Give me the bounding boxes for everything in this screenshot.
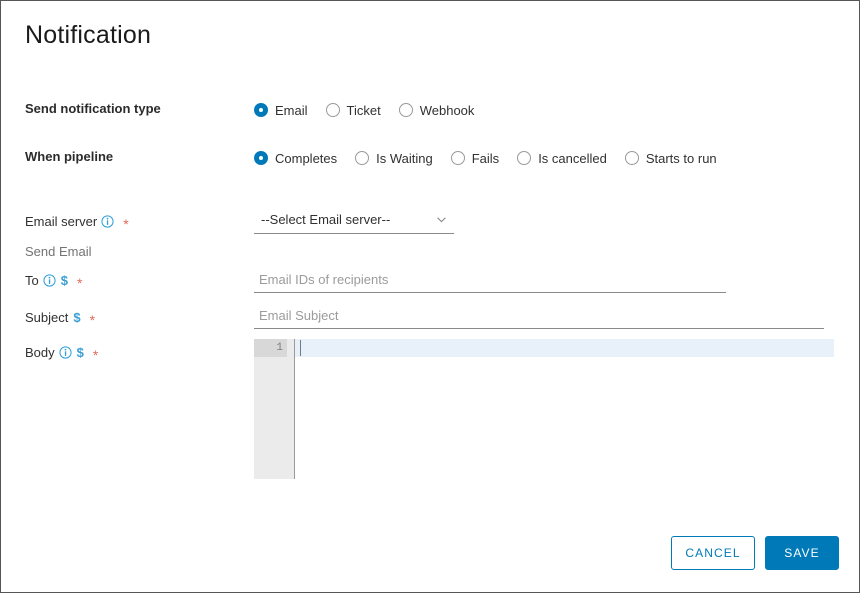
subject-label-text: Subject bbox=[25, 310, 69, 325]
when-pipeline-label: When pipeline bbox=[25, 149, 114, 164]
email-server-label-text: Email server bbox=[25, 214, 98, 229]
when-pipeline-radio-group: Completes Is Waiting Fails Is cancelled … bbox=[254, 146, 717, 170]
save-button[interactable]: SAVE bbox=[765, 536, 839, 570]
variable-token-icon[interactable]: $ bbox=[73, 311, 80, 324]
notification-dialog: Notification Send notification type Emai… bbox=[0, 0, 860, 593]
required-star: * bbox=[92, 346, 99, 363]
radio-mark-icon bbox=[355, 151, 370, 165]
info-circle-icon[interactable] bbox=[59, 346, 72, 359]
send-notification-type-radio-group: Email Ticket Webhook bbox=[254, 98, 474, 122]
send-email-section-label-text: Send Email bbox=[25, 244, 92, 259]
radio-mark-icon bbox=[624, 151, 639, 165]
send-notification-type-row: Send notification type Email Ticket Webh… bbox=[1, 98, 859, 122]
radio-label: Email bbox=[275, 102, 308, 118]
chevron-down-icon bbox=[437, 217, 446, 223]
editor-caret bbox=[300, 340, 301, 356]
radio-when-pipeline-completes[interactable]: Completes bbox=[254, 146, 337, 170]
radio-notification-type-ticket[interactable]: Ticket bbox=[325, 98, 381, 122]
radio-label: Starts to run bbox=[645, 150, 717, 166]
info-circle-icon[interactable] bbox=[101, 215, 114, 228]
radio-mark-icon bbox=[450, 151, 465, 165]
email-server-select[interactable]: --Select Email server-- bbox=[254, 209, 454, 234]
email-server-label: Email server * bbox=[25, 214, 129, 232]
radio-when-pipeline-fails[interactable]: Fails bbox=[450, 146, 500, 170]
subject-label: Subject $ * bbox=[25, 310, 96, 328]
radio-label: Is Waiting bbox=[376, 150, 433, 166]
to-label-text: To bbox=[25, 273, 39, 288]
send-email-section-label: Send Email bbox=[25, 244, 91, 259]
required-star: * bbox=[76, 274, 83, 291]
radio-label: Webhook bbox=[419, 102, 475, 118]
radio-notification-type-email[interactable]: Email bbox=[254, 98, 308, 122]
editor-line-number: 1 bbox=[254, 339, 287, 357]
radio-label: Fails bbox=[471, 150, 500, 166]
body-label-text: Body bbox=[25, 345, 55, 360]
required-star: * bbox=[123, 215, 129, 232]
radio-label: Is cancelled bbox=[538, 150, 607, 166]
radio-when-pipeline-is-waiting[interactable]: Is Waiting bbox=[355, 146, 433, 170]
editor-text-area[interactable] bbox=[295, 339, 834, 479]
radio-mark-icon bbox=[254, 103, 268, 117]
radio-label: Ticket bbox=[346, 102, 381, 118]
body-code-editor[interactable]: 1 bbox=[254, 339, 834, 479]
editor-line-number-gutter: 1 bbox=[254, 339, 295, 479]
info-circle-icon[interactable] bbox=[43, 274, 56, 287]
editor-active-line-highlight bbox=[295, 339, 834, 357]
radio-mark-icon bbox=[254, 151, 268, 165]
body-label: Body $ * bbox=[25, 345, 99, 363]
required-star: * bbox=[89, 311, 96, 328]
radio-when-pipeline-is-cancelled[interactable]: Is cancelled bbox=[517, 146, 607, 170]
when-pipeline-row: When pipeline Completes Is Waiting Fails… bbox=[1, 146, 859, 170]
email-server-select-value: --Select Email server-- bbox=[261, 212, 391, 227]
page-title: Notification bbox=[25, 21, 152, 49]
variable-token-icon[interactable]: $ bbox=[77, 346, 84, 359]
radio-label: Completes bbox=[275, 150, 338, 166]
send-notification-type-label: Send notification type bbox=[25, 101, 161, 116]
subject-input[interactable] bbox=[254, 304, 824, 329]
to-label: To $ * bbox=[25, 273, 83, 291]
radio-mark-icon bbox=[517, 151, 532, 165]
radio-mark-icon bbox=[398, 103, 413, 117]
radio-mark-icon bbox=[325, 103, 340, 117]
cancel-button[interactable]: CANCEL bbox=[671, 536, 755, 570]
to-input[interactable] bbox=[254, 268, 726, 293]
radio-when-pipeline-starts-to-run[interactable]: Starts to run bbox=[624, 146, 717, 170]
variable-token-icon[interactable]: $ bbox=[61, 274, 68, 287]
radio-notification-type-webhook[interactable]: Webhook bbox=[398, 98, 475, 122]
